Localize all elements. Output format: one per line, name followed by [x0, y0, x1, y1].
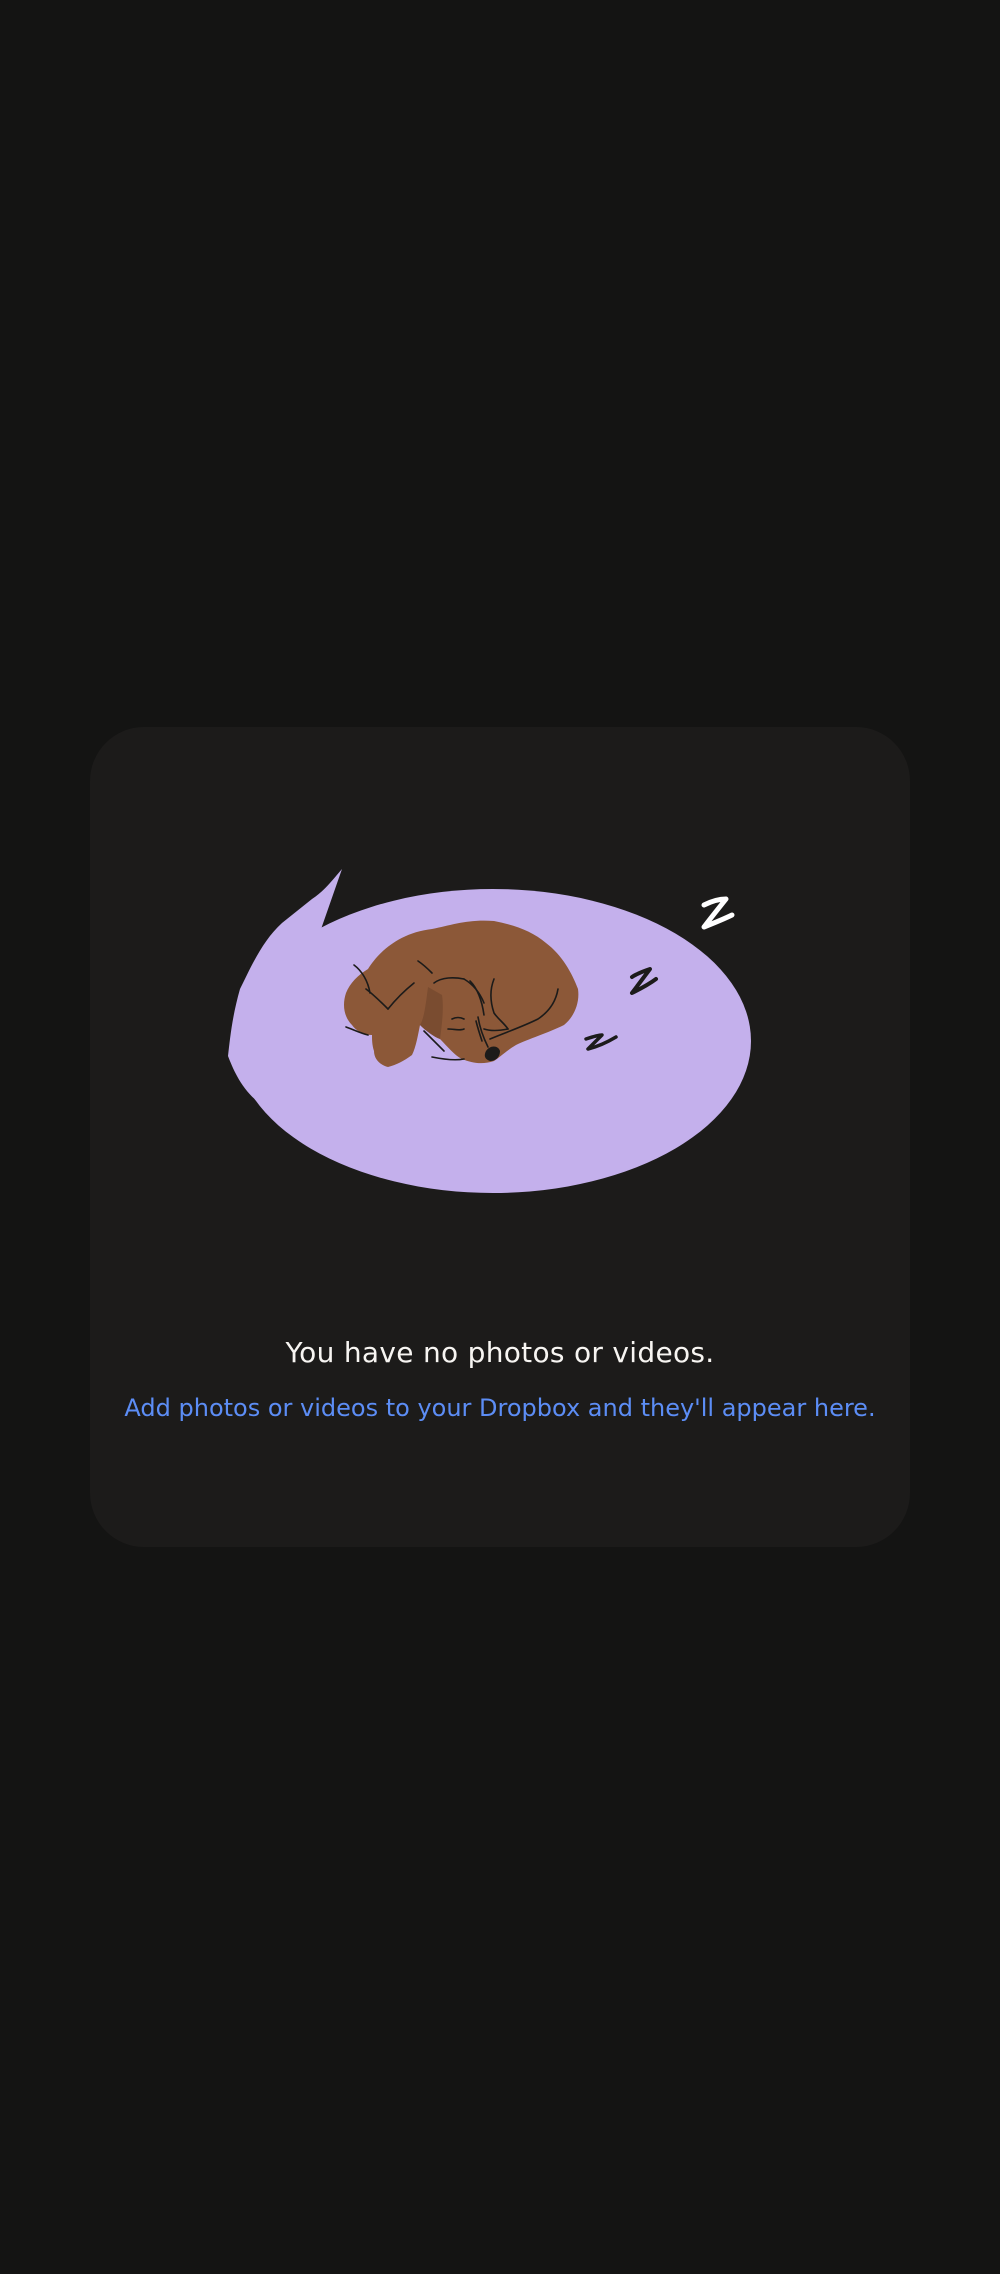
empty-state-card: You have no photos or videos. Add photos…: [90, 727, 910, 1547]
sleeping-dog-illustration: [228, 869, 772, 1209]
photos-page: { "empty_state": { "title": "You have no…: [0, 0, 1000, 2274]
add-photos-link[interactable]: Add photos or videos to your Dropbox and…: [90, 1392, 910, 1424]
zzz-large: [701, 896, 735, 930]
empty-state-title: You have no photos or videos.: [285, 1336, 715, 1369]
